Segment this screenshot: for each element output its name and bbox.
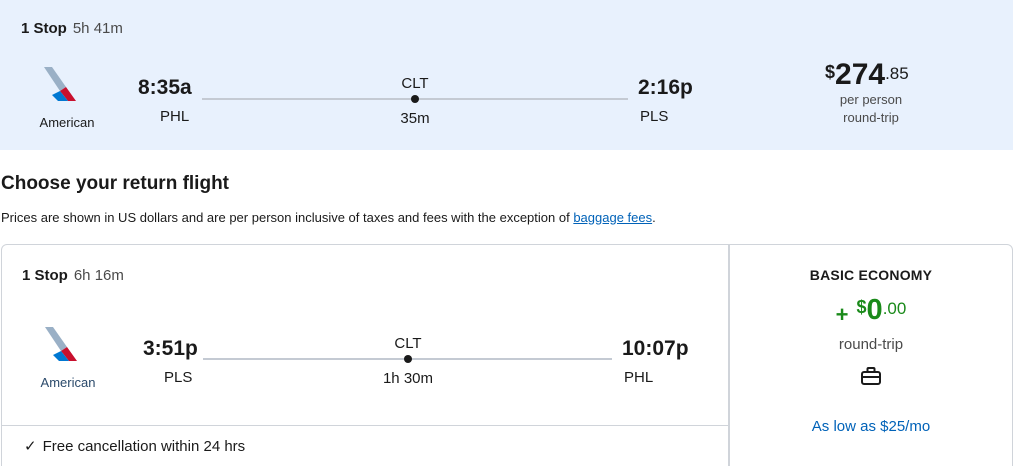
return-airline-name: American	[40, 375, 96, 390]
fare-plus-sign: +	[835, 302, 849, 327]
disclaimer-text: Prices are shown in US dollars and are p…	[1, 210, 574, 225]
selected-outbound-flight[interactable]: 1 Stop 5h 41m American 8:35a PHL CLT 35m …	[0, 0, 1013, 150]
briefcase-icon	[861, 367, 881, 385]
outbound-layover-code: CLT	[401, 75, 429, 92]
page-title: Choose your return flight	[1, 173, 229, 194]
outbound-airline-name: American	[39, 115, 95, 130]
fare-price-whole: 0	[866, 294, 883, 326]
outbound-depart-code: PHL	[160, 108, 190, 125]
outbound-price-currency: $	[825, 62, 836, 82]
outbound-depart-time: 8:35a	[138, 76, 192, 99]
fare-price: + $0.00	[729, 294, 1013, 327]
return-stops: 1 Stop	[22, 267, 68, 284]
fare-currency: $	[856, 297, 867, 317]
return-depart-time: 3:51p	[143, 337, 198, 360]
return-depart-code: PLS	[164, 369, 193, 386]
baggage-fees-link[interactable]: baggage fees	[573, 210, 652, 225]
outbound-price: $274.85	[825, 58, 909, 92]
return-arrive-code: PHL	[624, 369, 654, 386]
return-layover-code: CLT	[394, 335, 422, 352]
outbound-duration: 5h 41m	[72, 20, 123, 37]
american-airlines-logo	[45, 327, 77, 361]
return-stop-dot	[404, 355, 412, 363]
return-stops-row: 1 Stop 6h 16m	[22, 267, 124, 284]
free-cancellation-note: ✓ Free cancellation within 24 hrs	[24, 437, 245, 455]
outbound-stops: 1 Stop	[21, 20, 67, 37]
outbound-price-whole: 274	[835, 58, 886, 91]
outbound-stop-dot	[411, 95, 419, 103]
fare-class-name: BASIC ECONOMY	[809, 267, 933, 283]
outbound-layover-duration: 35m	[400, 110, 430, 127]
return-duration: 6h 16m	[73, 267, 124, 284]
fare-round-trip: round-trip	[838, 336, 904, 353]
free-cancellation-text: Free cancellation within 24 hrs	[42, 438, 246, 455]
card-divider	[1, 425, 728, 426]
outbound-price-round-trip: round-trip	[843, 110, 899, 125]
return-layover-duration: 1h 30m	[382, 370, 434, 387]
checkmark-icon: ✓	[24, 438, 37, 455]
price-disclaimer: Prices are shown in US dollars and are p…	[1, 210, 656, 225]
american-airlines-logo	[44, 67, 76, 101]
outbound-arrive-code: PLS	[640, 108, 669, 125]
outbound-price-per-person: per person	[839, 92, 903, 107]
outbound-arrive-time: 2:16p	[638, 76, 693, 99]
financing-link[interactable]: As low as $25/mo	[729, 418, 1013, 435]
fare-price-cents: .00	[882, 299, 907, 318]
return-arrive-time: 10:07p	[622, 337, 689, 360]
disclaimer-end: .	[652, 210, 656, 225]
outbound-stops-row: 1 Stop 5h 41m	[21, 20, 123, 37]
outbound-price-cents: .85	[885, 64, 909, 83]
